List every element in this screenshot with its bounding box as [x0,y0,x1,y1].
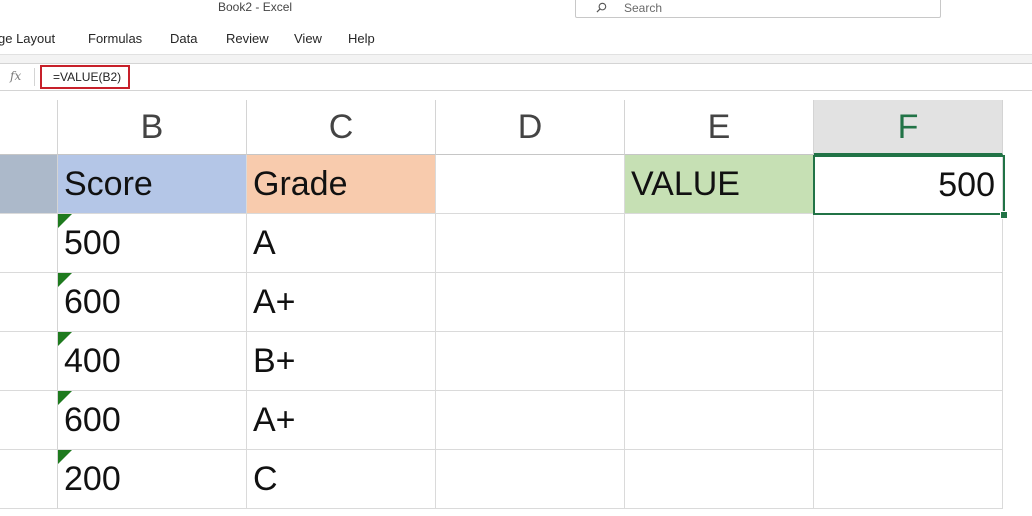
row-header-3[interactable] [0,273,58,332]
row-header-1[interactable] [0,155,58,214]
tab-page-layout[interactable]: ge Layout [0,31,55,46]
cell-value: 200 [64,460,121,498]
tab-view[interactable]: View [294,31,322,46]
cell-b6[interactable]: 200 [58,450,247,509]
cell-e2[interactable] [625,214,814,273]
column-header-c[interactable]: C [247,100,436,155]
cell-value: 600 [64,283,121,321]
formula-divider [34,68,35,86]
cell-d4[interactable] [436,332,625,391]
column-header-e[interactable]: E [625,100,814,155]
ribbon-collapsed-area [0,55,1032,64]
formula-input[interactable]: =VALUE(B2) [40,65,130,89]
cell-d2[interactable] [436,214,625,273]
cell-b1[interactable]: Score [58,155,247,214]
cell-d1[interactable] [436,155,625,214]
fx-icon[interactable]: fx [10,69,21,83]
cell-e5[interactable] [625,391,814,450]
row-header-6[interactable] [0,450,58,509]
column-header-b[interactable]: B [58,100,247,155]
tab-help[interactable]: Help [348,31,375,46]
cell-value: 500 [64,224,121,262]
cell-f4[interactable] [814,332,1003,391]
cell-f2[interactable] [814,214,1003,273]
cell-value: 400 [64,342,121,380]
tab-data[interactable]: Data [170,31,197,46]
cell-b3[interactable]: 600 [58,273,247,332]
column-header-f[interactable]: F [814,100,1003,155]
number-as-text-indicator [58,273,72,287]
cell-d3[interactable] [436,273,625,332]
tab-review[interactable]: Review [226,31,269,46]
cell-b4[interactable]: 400 [58,332,247,391]
cell-f5[interactable] [814,391,1003,450]
number-as-text-indicator [58,214,72,228]
cell-c2[interactable]: A [247,214,436,273]
cell-b2[interactable]: 500 [58,214,247,273]
formula-bar: fx =VALUE(B2) [0,64,1032,91]
cell-c6[interactable]: C [247,450,436,509]
cell-f6[interactable] [814,450,1003,509]
search-box[interactable]: Search [575,0,941,18]
cell-e4[interactable] [625,332,814,391]
number-as-text-indicator [58,332,72,346]
cell-f3[interactable] [814,273,1003,332]
row-header-2[interactable] [0,214,58,273]
row-header-5[interactable] [0,391,58,450]
active-cell-f1[interactable]: 500 [813,155,1005,215]
search-icon [596,2,607,13]
cell-d6[interactable] [436,450,625,509]
cell-c5[interactable]: A+ [247,391,436,450]
cell-c3[interactable]: A+ [247,273,436,332]
cell-value: 600 [64,401,121,439]
fill-handle[interactable] [1000,211,1008,219]
cell-e3[interactable] [625,273,814,332]
title-bar: Book2 - Excel Search [0,0,1032,22]
number-as-text-indicator [58,391,72,405]
number-as-text-indicator [58,450,72,464]
window-title: Book2 - Excel [218,0,293,14]
column-header-d[interactable]: D [436,100,625,155]
ribbon-tabs: ge Layout Formulas Data Review View Help [0,22,1032,55]
row-header-4[interactable] [0,332,58,391]
cell-e1[interactable]: VALUE [625,155,814,214]
row-header-column [0,100,58,155]
cell-b5[interactable]: 600 [58,391,247,450]
tab-formulas[interactable]: Formulas [88,31,142,46]
cell-e6[interactable] [625,450,814,509]
cell-c1[interactable]: Grade [247,155,436,214]
cell-c4[interactable]: B+ [247,332,436,391]
search-placeholder: Search [624,1,663,15]
cell-d5[interactable] [436,391,625,450]
